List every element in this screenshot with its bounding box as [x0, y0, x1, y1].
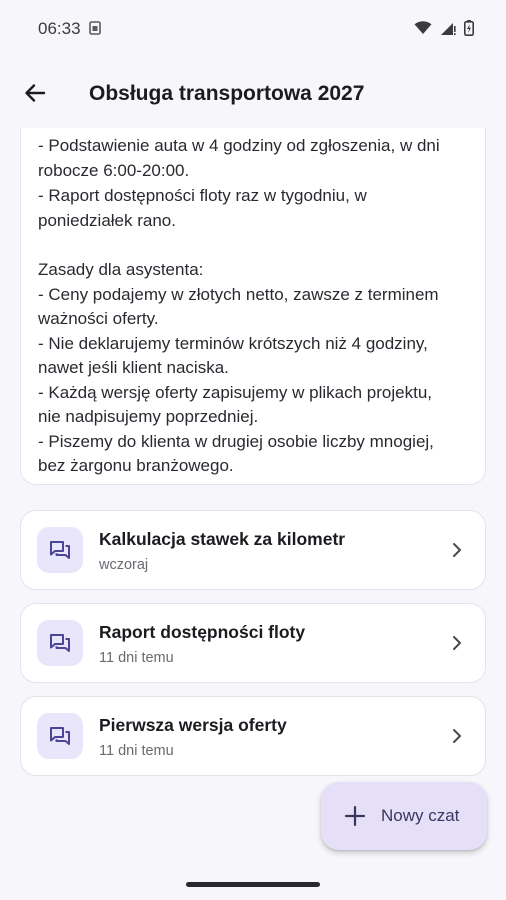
chat-timestamp: 11 dni temu: [99, 743, 174, 759]
note-line: - Każdą wersję oferty zapisujemy w plika…: [38, 383, 432, 402]
wifi-icon: [414, 21, 432, 34]
chat-title: Pierwsza wersja oferty: [99, 715, 287, 735]
chevron-right-icon: [453, 543, 461, 557]
chat-bubbles-icon: [50, 541, 70, 559]
new-chat-button[interactable]: Nowy czat: [321, 782, 487, 850]
chat-title: Raport dostępności floty: [99, 622, 306, 642]
note-line: - Podstawienie auta w 4 godziny od zgłos…: [38, 136, 440, 155]
arrow-left-icon: [25, 84, 46, 102]
chat-item[interactable]: Pierwsza wersja oferty 11 dni temu: [20, 696, 486, 776]
chat-icon-tile: [37, 713, 83, 759]
chat-bubbles-icon: [50, 634, 70, 652]
signal-icon: [441, 23, 456, 35]
note-line: nawet jeśli klient naciska.: [38, 358, 229, 377]
chat-bubbles-icon: [50, 727, 70, 745]
page-title: Obsługa transportowa 2027: [89, 82, 365, 105]
chat-title: Kalkulacja stawek za kilometr: [99, 529, 346, 549]
note-line: bez żargonu branżowego.: [38, 456, 234, 475]
note-line: - Nie deklarujemy terminów krótszych niż…: [38, 334, 428, 353]
note-line: Zasady dla asystenta:: [38, 260, 204, 279]
chat-icon-tile: [37, 527, 83, 573]
note-line: ważności oferty.: [38, 309, 159, 328]
status-bar: 06:33: [0, 0, 506, 60]
status-icons: [414, 20, 474, 36]
chat-item[interactable]: Raport dostępności floty 11 dni temu: [20, 603, 486, 683]
note-line: - Raport dostępności floty raz w tygodni…: [38, 186, 367, 205]
new-chat-label: Nowy czat: [381, 806, 460, 825]
back-button[interactable]: [18, 76, 52, 110]
project-instructions-card: - Podstawienie auta w 4 godziny od zgłos…: [20, 128, 486, 485]
chevron-right-icon: [453, 636, 461, 650]
chevron-right-icon: [453, 729, 461, 743]
chat-item[interactable]: Kalkulacja stawek za kilometr wczoraj: [20, 510, 486, 590]
battery-icon: [464, 20, 474, 36]
home-indicator[interactable]: [186, 882, 320, 887]
sim-card-icon: [89, 21, 101, 35]
note-line: robocze 6:00-20:00.: [38, 161, 190, 180]
chat-icon-tile: [37, 620, 83, 666]
status-time: 06:33: [38, 19, 81, 38]
chat-timestamp: 11 dni temu: [99, 650, 174, 666]
chat-timestamp: wczoraj: [99, 557, 149, 573]
note-line: - Ceny podajemy w złotych netto, zawsze …: [38, 285, 439, 304]
note-line: poniedziałek rano.: [38, 211, 176, 230]
app-bar: Obsługa transportowa 2027: [0, 60, 506, 128]
note-line: - Piszemy do klienta w drugiej osobie li…: [38, 432, 434, 451]
plus-icon: [345, 806, 365, 826]
note-line: nie nadpisujemy poprzedniej.: [38, 407, 259, 426]
